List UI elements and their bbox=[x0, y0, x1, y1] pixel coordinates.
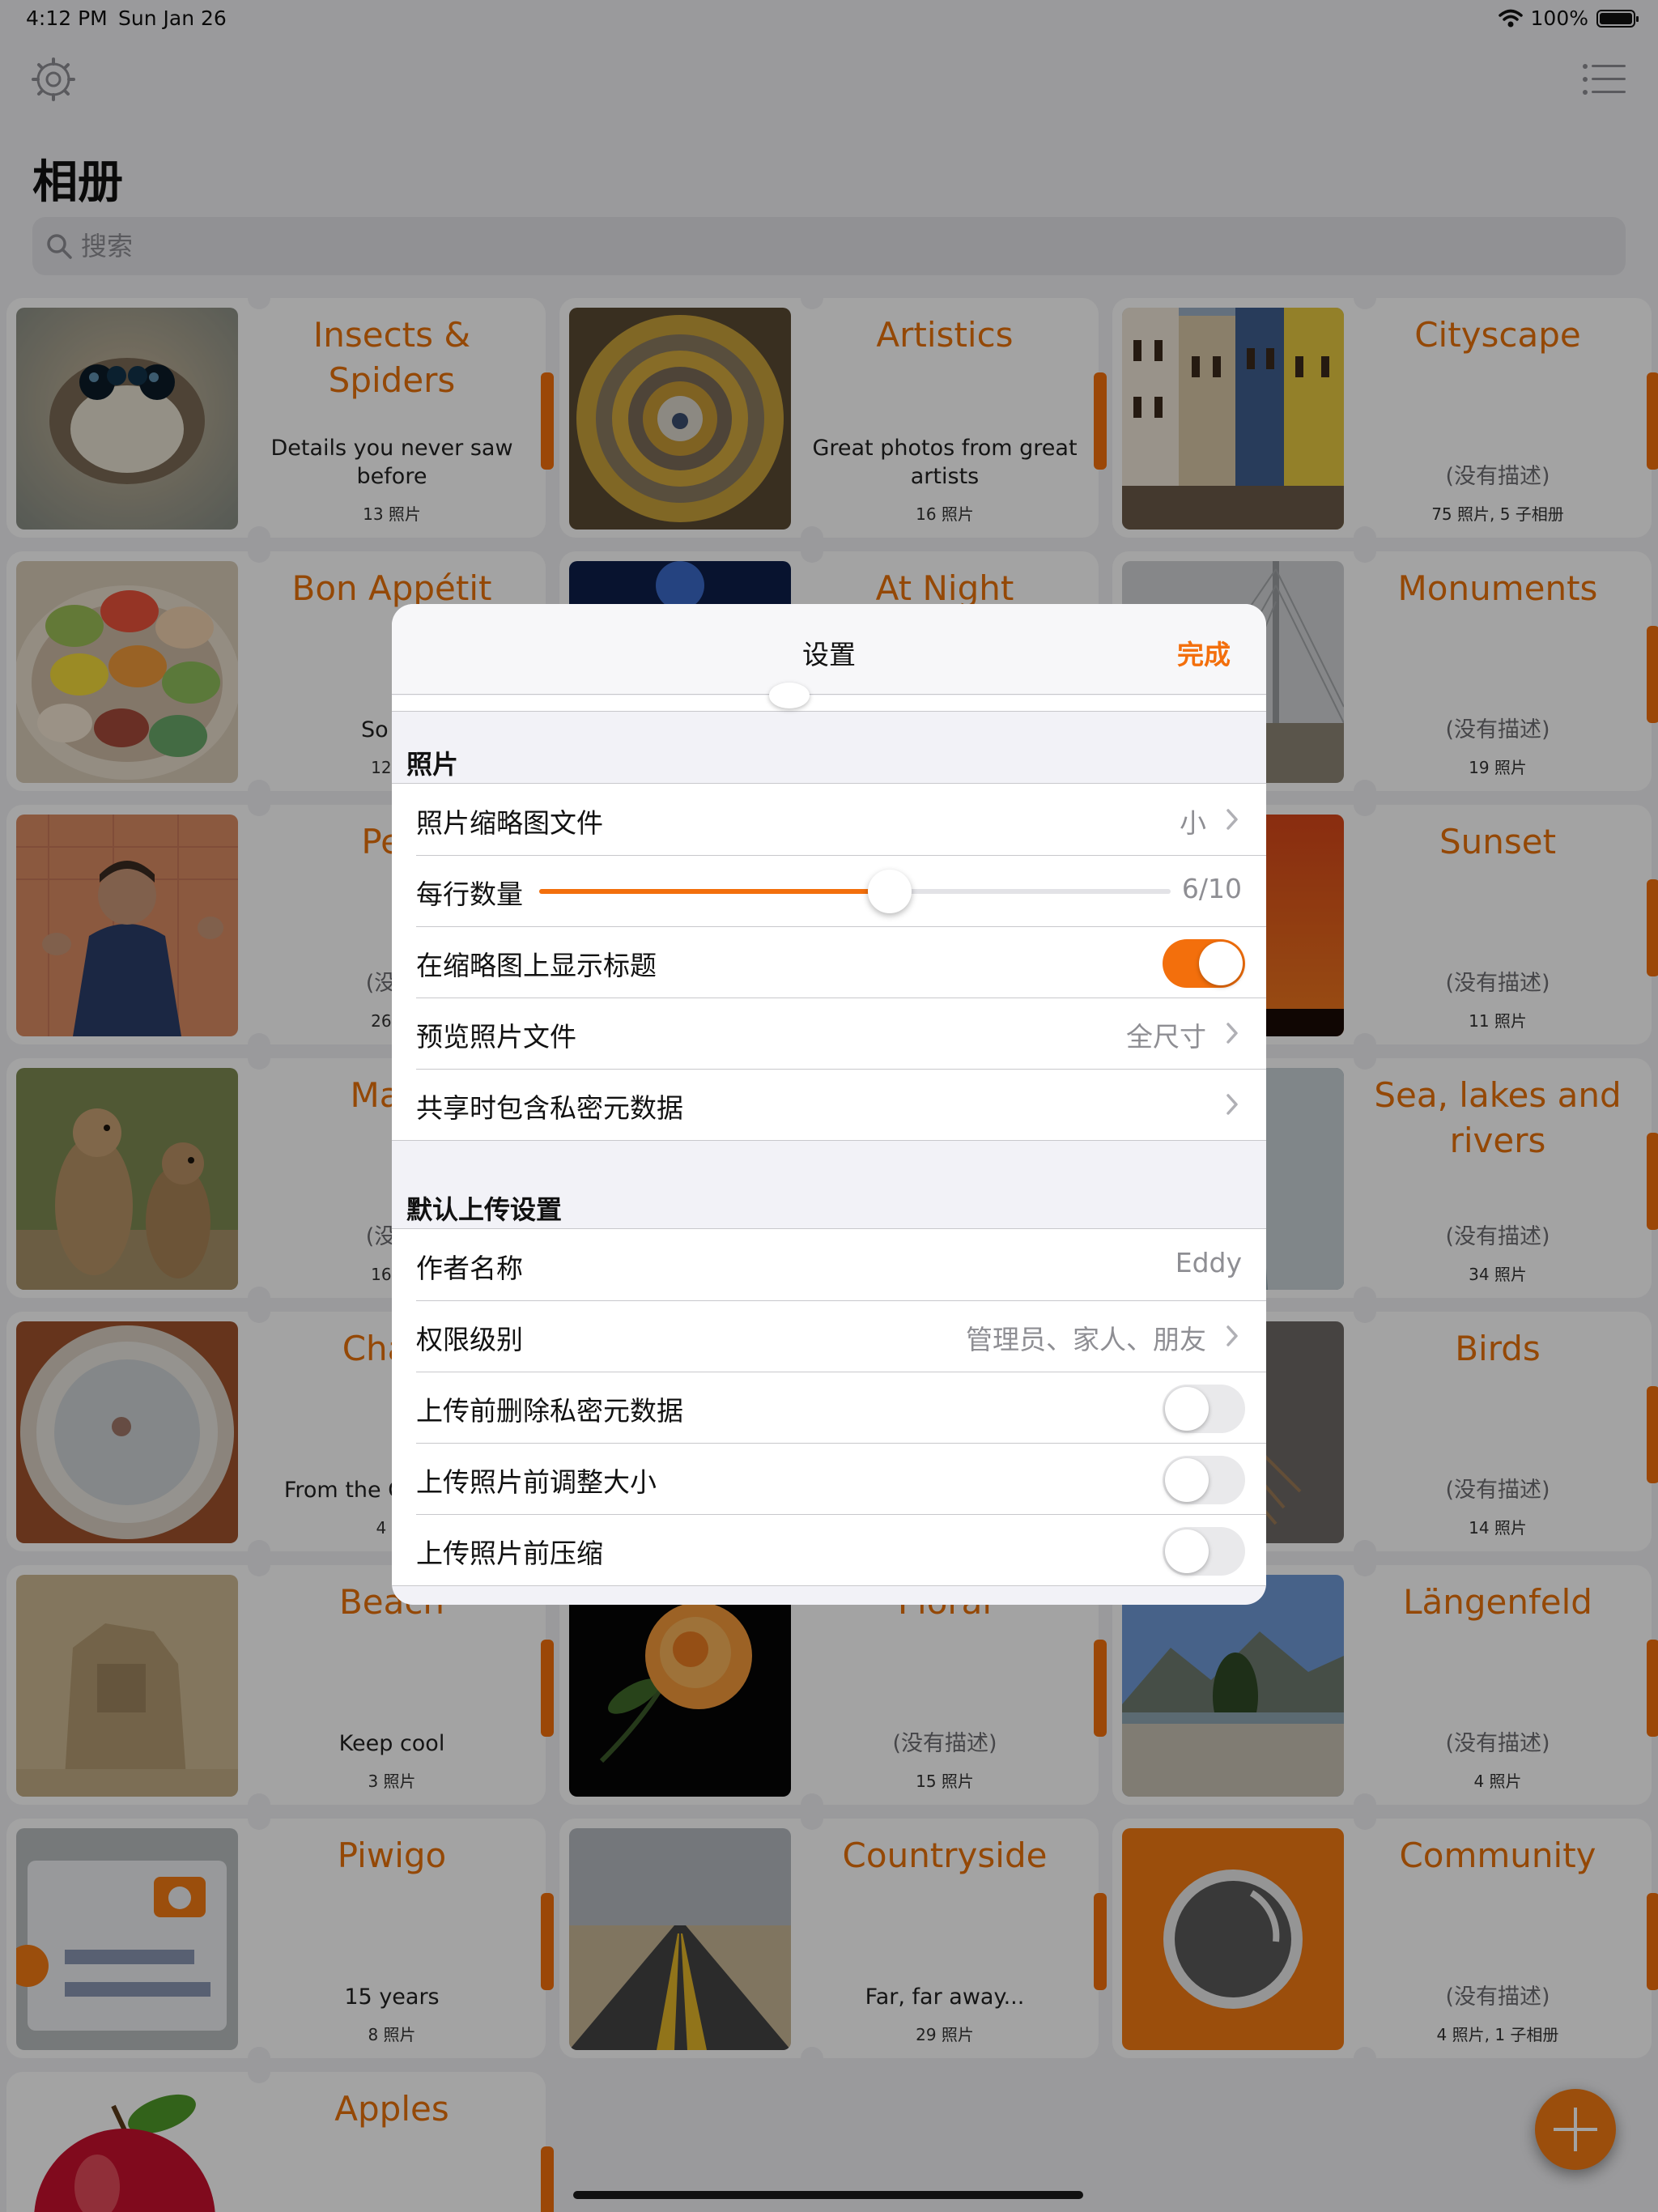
show-titles-row: 在缩略图上显示标题 bbox=[392, 926, 1266, 998]
slider-thumb[interactable] bbox=[868, 870, 912, 913]
slider-thumb bbox=[769, 683, 810, 708]
album-list-screen: 4:12 PM Sun Jan 26 100% 相册 搜索 Insects & … bbox=[0, 0, 1658, 2212]
images-per-row-slider[interactable] bbox=[539, 870, 1171, 913]
chevron-right-icon bbox=[1226, 1325, 1238, 1346]
done-button[interactable]: 完成 bbox=[1177, 633, 1231, 672]
home-indicator bbox=[573, 2191, 1083, 2199]
row-label: 上传前删除私密元数据 bbox=[416, 1395, 683, 1427]
row-label: 权限级别 bbox=[416, 1324, 523, 1355]
chevron-right-icon bbox=[1226, 809, 1238, 830]
resize-toggle[interactable] bbox=[1163, 1456, 1245, 1504]
row-value: 管理员、家人、朋友 bbox=[966, 1324, 1206, 1355]
row-label: 每行数量 bbox=[416, 878, 523, 910]
row-label: 作者名称 bbox=[416, 1253, 523, 1284]
row-label: 上传照片前压缩 bbox=[416, 1538, 603, 1569]
thumbnail-file-row[interactable]: 照片缩略图文件 小 bbox=[392, 784, 1266, 855]
row-label: 上传照片前调整大小 bbox=[416, 1466, 657, 1498]
section-header-photos: 照片 bbox=[406, 749, 459, 780]
row-label: 照片缩略图文件 bbox=[416, 807, 603, 839]
compress-row: 上传照片前压缩 bbox=[392, 1514, 1266, 1585]
author-field[interactable]: Eddy bbox=[1175, 1247, 1242, 1278]
privacy-level-row[interactable]: 权限级别 管理员、家人、朋友 bbox=[392, 1300, 1266, 1372]
photos-settings-group: 照片缩略图文件 小 每行数量 6/10 在缩略图上显示标题 预览照片文件 全尺寸… bbox=[392, 783, 1266, 1141]
settings-sheet: 设置 完成 照片 照片缩略图文件 小 每行数量 6/10 在缩略图上显示标题 预… bbox=[392, 604, 1266, 1605]
author-row[interactable]: 作者名称 Eddy bbox=[392, 1229, 1266, 1300]
row-value: 全尺寸 bbox=[1126, 1021, 1206, 1053]
row-label: 共享时包含私密元数据 bbox=[416, 1092, 683, 1124]
strip-metadata-row: 上传前删除私密元数据 bbox=[392, 1372, 1266, 1443]
settings-title: 设置 bbox=[802, 639, 856, 670]
preview-file-row[interactable]: 预览照片文件 全尺寸 bbox=[392, 998, 1266, 1069]
strip-metadata-toggle[interactable] bbox=[1163, 1385, 1245, 1433]
upload-settings-group: 作者名称 Eddy 权限级别 管理员、家人、朋友 上传前删除私密元数据 上传照片… bbox=[392, 1228, 1266, 1586]
row-label: 在缩略图上显示标题 bbox=[416, 950, 657, 981]
scrolled-row bbox=[392, 683, 1266, 712]
show-titles-toggle[interactable] bbox=[1163, 939, 1245, 988]
row-value: 6/10 bbox=[1181, 873, 1242, 904]
slider-fill bbox=[539, 889, 891, 894]
chevron-right-icon bbox=[1226, 1094, 1238, 1115]
chevron-right-icon bbox=[1226, 1023, 1238, 1044]
share-private-metadata-row[interactable]: 共享时包含私密元数据 bbox=[392, 1069, 1266, 1140]
section-header-upload: 默认上传设置 bbox=[406, 1194, 563, 1225]
resize-row: 上传照片前调整大小 bbox=[392, 1443, 1266, 1514]
settings-header: 设置 完成 bbox=[392, 604, 1266, 695]
row-label: 预览照片文件 bbox=[416, 1021, 576, 1053]
settings-body[interactable]: 照片 照片缩略图文件 小 每行数量 6/10 在缩略图上显示标题 预览照片文件 … bbox=[392, 683, 1266, 1605]
compress-toggle[interactable] bbox=[1163, 1527, 1245, 1576]
images-per-row-row: 每行数量 6/10 bbox=[392, 855, 1266, 926]
row-value: 小 bbox=[1180, 807, 1206, 839]
